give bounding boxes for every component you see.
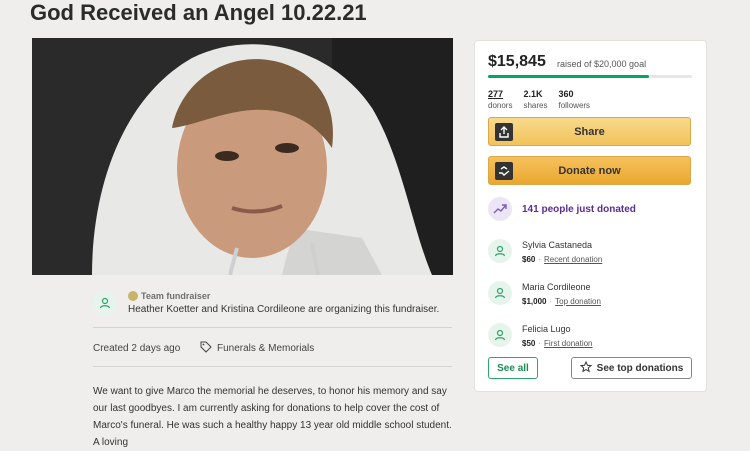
share-icon — [495, 123, 513, 141]
donation-tag[interactable]: First donation — [544, 339, 592, 348]
divider — [93, 366, 452, 367]
stat-value: 277 — [488, 89, 504, 99]
goal-text: raised of $20,000 goal — [557, 59, 647, 69]
star-icon — [579, 360, 592, 376]
donor-icon — [488, 239, 512, 263]
progress-bar — [488, 75, 692, 78]
stat-label: shares — [523, 101, 548, 110]
share-button[interactable]: Share — [488, 117, 691, 146]
stats-row: 277 donors 2.1K shares 360 followers — [488, 89, 590, 111]
story-text: We want to give Marco the memorial he de… — [93, 386, 452, 448]
recent-donations-banner: 141 people just donated — [488, 197, 636, 221]
trending-icon — [488, 197, 512, 221]
donation-tag[interactable]: Recent donation — [544, 255, 602, 264]
donation-item: Sylvia Castaneda $60 · Recent donation — [488, 239, 602, 264]
see-top-donations-button[interactable]: See top donations — [571, 357, 692, 379]
recent-donations-text: 141 people just donated — [522, 203, 636, 215]
see-all-button[interactable]: See all — [488, 357, 538, 379]
donor-icon — [488, 323, 512, 347]
donation-tag[interactable]: Top donation — [555, 297, 601, 306]
page-title: God Received an Angel 10.22.21 — [30, 0, 367, 25]
team-icon — [93, 291, 117, 315]
category-label: Funerals & Memorials — [217, 343, 315, 354]
donate-icon — [495, 162, 513, 180]
donate-button[interactable]: Donate now — [488, 156, 691, 185]
see-top-label: See top donations — [596, 362, 684, 374]
divider — [93, 327, 452, 328]
donor-icon — [488, 281, 512, 305]
progress-bar-fill — [488, 75, 650, 78]
category-link[interactable]: Funerals & Memorials — [200, 341, 314, 356]
donation-amount: $60 — [522, 255, 536, 264]
donation-item: Felicia Lugo $50 · First donation — [488, 323, 593, 348]
amount-raised: $15,845 — [488, 53, 546, 70]
donate-label: Donate now — [558, 164, 621, 177]
donor-name: Sylvia Castaneda — [522, 240, 593, 250]
stat-label: followers — [558, 101, 591, 110]
donation-amount: $50 — [522, 339, 536, 348]
team-fundraiser-label: Team fundraiser — [141, 291, 211, 301]
share-label: Share — [574, 125, 605, 138]
team-badge-icon — [128, 291, 138, 301]
stat-shares: 2.1K shares — [523, 89, 547, 111]
stat-donors[interactable]: 277 donors — [488, 89, 512, 111]
donation-amount: $1,000 — [522, 297, 547, 306]
stat-value: 360 — [558, 89, 574, 99]
organizer-section: Team fundraiser Heather Koetter and Kris… — [93, 291, 439, 315]
stat-value: 2.1K — [523, 89, 543, 99]
campaign-photo — [32, 38, 453, 275]
donation-card: $15,845 raised of $20,000 goal 277 donor… — [474, 40, 707, 392]
stat-label: donors — [488, 101, 513, 110]
created-date: Created 2 days ago — [93, 343, 181, 354]
organizer-text: Heather Koetter and Kristina Cordileone … — [128, 304, 440, 315]
donor-name: Maria Cordileone — [522, 282, 591, 292]
donor-name: Felicia Lugo — [522, 324, 571, 334]
tag-icon — [200, 341, 212, 356]
stat-followers: 360 followers — [558, 89, 590, 111]
donation-item: Maria Cordileone $1,000 · Top donation — [488, 281, 601, 306]
